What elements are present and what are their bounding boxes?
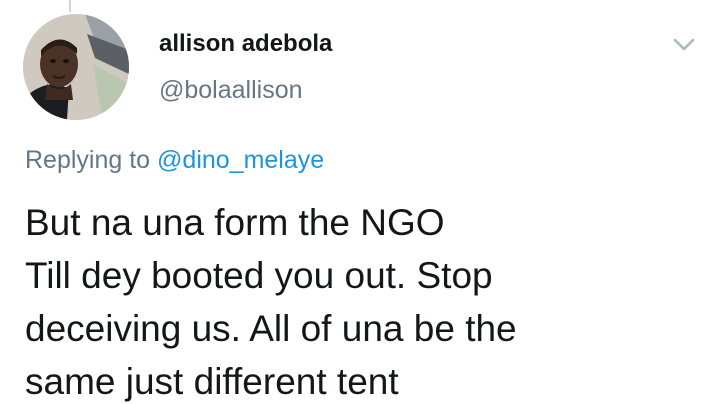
reply-mention-link[interactable]: @dino_melaye <box>157 146 324 174</box>
author-display-name[interactable]: allison adebola <box>159 30 332 58</box>
tweet-text-line: same just different tent <box>25 361 399 402</box>
tweet-text-line: But na una form the NGO <box>25 202 445 243</box>
tweet-text-line: Till dey booted you out. Stop <box>25 255 493 296</box>
profile-photo-icon <box>23 14 129 120</box>
author-handle[interactable]: @bolaallison <box>159 76 303 105</box>
replying-to-line: Replying to @dino_melaye <box>25 146 324 175</box>
tweet-card: allison adebola @bolaallison Replying to… <box>0 0 720 404</box>
tweet-text: But na una form the NGO Till dey booted … <box>25 196 705 404</box>
replying-to-label: Replying to <box>25 146 151 174</box>
thread-connector-line <box>69 0 71 12</box>
tweet-text-line: deceiving us. All of una be the <box>25 308 517 349</box>
avatar[interactable] <box>23 14 129 120</box>
chevron-down-icon[interactable] <box>670 30 698 58</box>
